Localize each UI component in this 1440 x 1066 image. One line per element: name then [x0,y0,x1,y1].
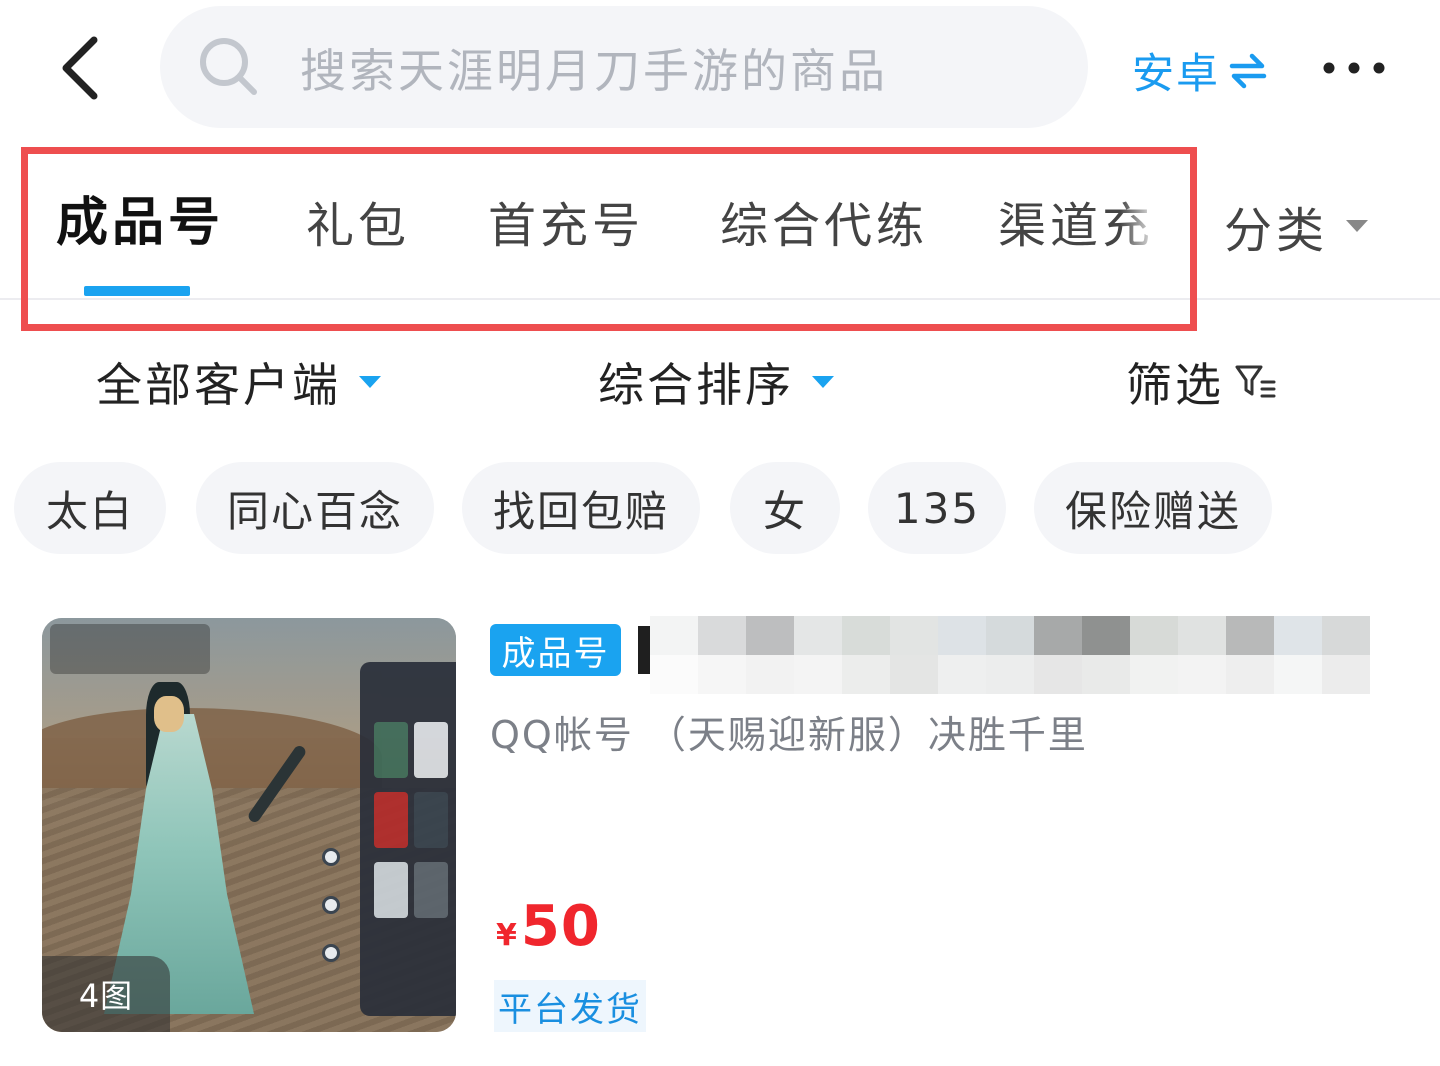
currency-symbol: ¥ [496,918,517,953]
chip-taibai[interactable]: 太白 [14,462,166,554]
chip-recovery-guarantee[interactable]: 找回包赔 [462,462,700,554]
tabs-divider [0,298,1440,300]
chip-tongxin[interactable]: 同心百念 [196,462,434,554]
filter-label: 筛选 [1126,358,1224,412]
caret-down-icon [812,376,834,388]
tab-first-recharge[interactable]: 首充号 [488,195,644,257]
os-switch-button[interactable]: 安卓 [1132,42,1268,98]
chip-female[interactable]: 女 [730,462,840,554]
product-price: ¥ 50 [496,894,601,959]
character-head [154,696,184,732]
product-subtitle: QQ帐号 （天赐迎新服）决胜千里 [490,713,1088,757]
category-dropdown[interactable]: 分类 [1224,195,1369,259]
product-type-badge: 成品号 [490,624,621,676]
search-bar[interactable] [160,6,1088,128]
tab-gift-pack[interactable]: 礼包 [306,195,410,257]
os-label: 安卓 [1132,48,1221,98]
search-icon [200,38,257,95]
tab-power-leveling[interactable]: 综合代练 [720,195,928,257]
tab-finished-account[interactable]: 成品号 [56,192,224,254]
caret-down-icon [359,376,381,388]
sort-dropdown[interactable]: 综合排序 [598,352,834,412]
swap-arrows-icon [1229,53,1267,89]
back-icon[interactable] [58,34,106,102]
more-dots-icon[interactable] [1322,56,1386,80]
price-amount: 50 [520,894,601,959]
client-filter-dropdown[interactable]: 全部客户端 [96,352,381,412]
delivery-tag: 平台发货 [494,980,646,1032]
blurred-product-title [650,616,1392,694]
funnel-icon [1235,365,1276,398]
chip-135[interactable]: 135 [868,462,1006,554]
title-text-fragment [638,626,650,674]
filter-button[interactable]: 筛选 [1126,352,1278,412]
product-thumbnail[interactable]: 4图 [42,618,456,1032]
game-hud [50,624,210,674]
search-input[interactable] [300,36,1040,106]
tabs-fade [1120,170,1166,290]
active-tab-indicator [84,286,190,296]
client-filter-label: 全部客户端 [96,358,341,412]
sort-label: 综合排序 [598,358,794,412]
product-card[interactable]: 4图 成品号 QQ帐号 （天赐迎新服）决胜千里 ¥ 50 平台发货 [0,600,1440,1066]
game-outfit-panel [360,662,456,1016]
chip-insurance[interactable]: 保险赠送 [1034,462,1272,554]
image-count-badge: 4图 [42,956,170,1032]
caret-down-icon [1346,220,1369,232]
category-label: 分类 [1224,203,1329,259]
